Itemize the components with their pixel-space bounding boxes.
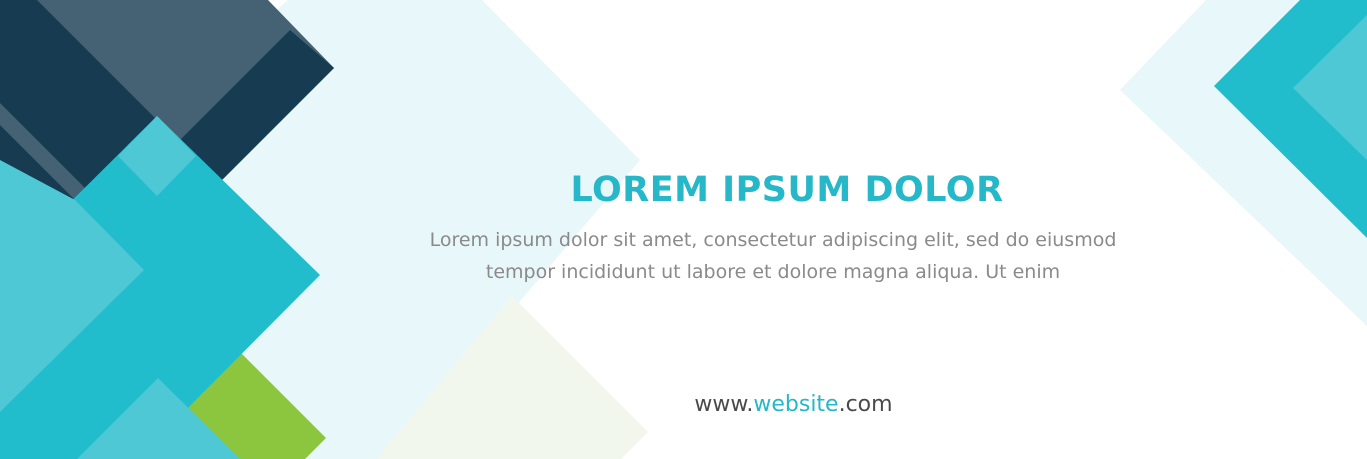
website-domain: website: [753, 392, 839, 417]
body-line-2: tempor incididunt ut labore et dolore ma…: [485, 261, 1061, 283]
website-prefix: www.: [694, 392, 754, 417]
website-suffix: .com: [838, 392, 893, 417]
banner: LOREM IPSUM DOLOR Lorem ipsum dolor sit …: [0, 0, 1367, 459]
body-line-1: Lorem ipsum dolor sit amet, consectetur …: [429, 229, 1117, 251]
banner-body-text: Lorem ipsum dolor sit amet, consectetur …: [0, 224, 1367, 288]
website-url[interactable]: www.website.com: [0, 392, 1367, 417]
banner-title: LOREM IPSUM DOLOR: [570, 170, 1004, 210]
